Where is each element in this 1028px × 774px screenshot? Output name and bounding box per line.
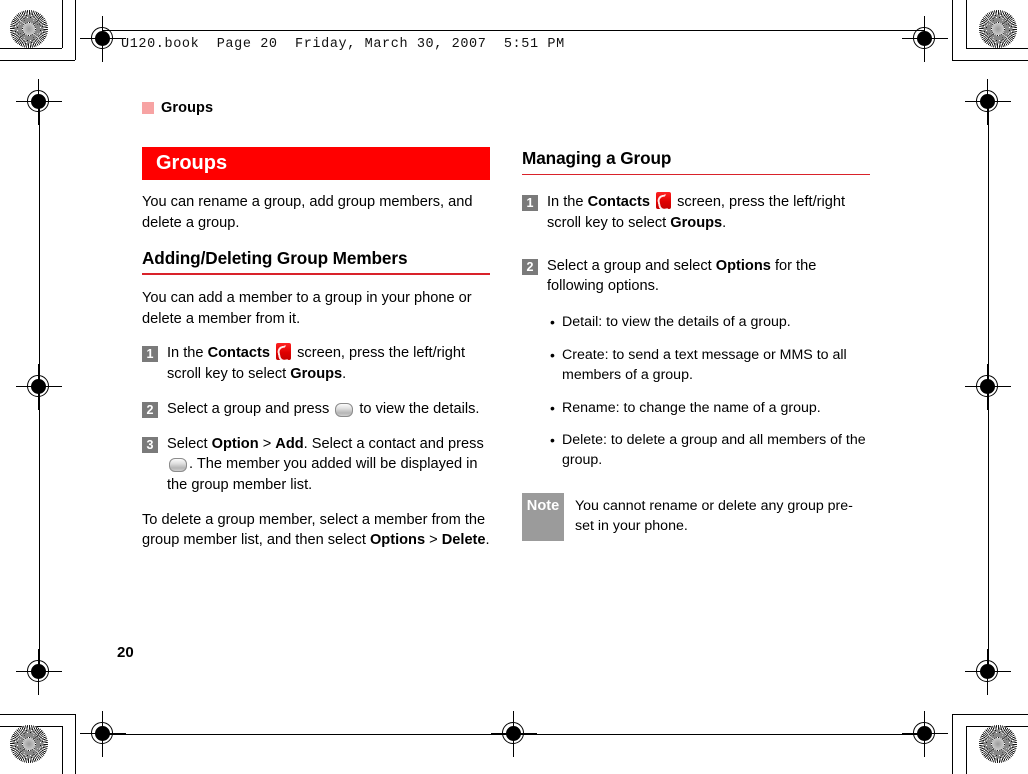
paragraph-segment: > xyxy=(425,532,442,549)
trim-rule xyxy=(0,714,75,715)
contacts-icon xyxy=(276,343,292,361)
intro-paragraph: You can rename a group, add group member… xyxy=(142,194,473,232)
step-text: In the Contacts screen, press the left/r… xyxy=(547,192,870,233)
note-text: You cannot rename or delete any group pr… xyxy=(575,498,853,535)
running-head: Groups xyxy=(142,100,882,116)
document-page: U120.book Page 20 Friday, March 30, 2007… xyxy=(0,0,1028,774)
step-text-bold: Contacts xyxy=(207,345,271,362)
paragraph-segment: . xyxy=(485,532,490,549)
step-item: 1 In the Contacts screen, press the left… xyxy=(142,343,490,384)
step-text: Select a group and select Options for th… xyxy=(547,256,870,297)
header-rule xyxy=(103,30,925,31)
registration-mark-icon xyxy=(16,649,62,695)
options-bullet-list: Detail: to view the details of a group. … xyxy=(522,313,870,471)
step-text-segment: . The member you added will be displayed… xyxy=(167,456,478,493)
left-column: Groups You can rename a group, add group… xyxy=(142,147,490,565)
density-target-icon xyxy=(10,10,48,48)
step-text-segment: to view the details. xyxy=(355,400,480,417)
step-text-segment xyxy=(270,345,274,361)
density-target-icon xyxy=(10,725,48,763)
closing-paragraph: To delete a group member, select a membe… xyxy=(142,510,490,551)
step-text-bold: Groups xyxy=(290,366,343,383)
step-number-badge: 2 xyxy=(142,401,158,418)
section-title-adding-deleting: Adding/Deleting Group Members xyxy=(142,247,408,268)
registration-mark-icon xyxy=(80,16,126,62)
density-target-icon xyxy=(979,10,1017,48)
step-text: Select a group and press to view the det… xyxy=(167,399,479,420)
trim-rule xyxy=(952,0,953,60)
registration-mark-icon xyxy=(16,364,62,410)
step-text-segment: In the xyxy=(547,194,588,211)
step-text-bold: Option xyxy=(211,435,259,452)
section-title-managing-group: Managing a Group xyxy=(522,148,672,168)
trim-rule xyxy=(952,714,1028,715)
page-number: 20 xyxy=(117,644,134,661)
step-text-segment: . xyxy=(722,214,727,231)
registration-mark-icon xyxy=(965,364,1011,410)
step-text-bold: Contacts xyxy=(587,194,651,211)
registration-mark-icon xyxy=(491,711,537,757)
contacts-icon xyxy=(656,192,672,210)
step-text-bold: Options xyxy=(715,257,771,274)
list-item: Detail: to view the details of a group. xyxy=(550,313,870,333)
ok-key-icon xyxy=(169,458,187,473)
note-box: Note You cannot rename or delete any gro… xyxy=(522,493,870,542)
registration-mark-icon xyxy=(965,649,1011,695)
step-number-badge: 3 xyxy=(142,436,158,453)
trim-rule xyxy=(0,48,62,49)
ok-key-icon xyxy=(335,402,354,417)
registration-mark-icon xyxy=(80,711,126,757)
step-text-segment: > xyxy=(258,435,276,452)
two-column-body: Groups You can rename a group, add group… xyxy=(142,147,882,565)
trim-rule xyxy=(952,60,1028,61)
trim-rule xyxy=(952,714,953,774)
step-item: 3 Select Option > Add. Select a contact … xyxy=(142,434,490,496)
section-intro-paragraph: You can add a member to a group in your … xyxy=(142,289,472,327)
running-head-marker-icon xyxy=(142,102,154,114)
print-job-line: U120.book Page 20 Friday, March 30, 2007… xyxy=(121,37,565,52)
list-item: Delete: to delete a group and all member… xyxy=(550,431,870,471)
step-text-segment: In the xyxy=(167,345,208,362)
density-target-icon xyxy=(979,725,1017,763)
trim-rule xyxy=(62,0,63,48)
chapter-banner: Groups xyxy=(142,147,490,181)
step-number-badge: 1 xyxy=(142,346,158,363)
trim-rule xyxy=(966,0,967,48)
right-column: Managing a Group 1 In the Contacts scree… xyxy=(522,147,870,565)
step-item: 2 Select a group and select Options for … xyxy=(522,256,870,297)
step-text-segment: Select a group and press xyxy=(167,400,334,417)
step-item: 2 Select a group and press to view the d… xyxy=(142,399,490,420)
step-number-badge: 2 xyxy=(522,258,538,275)
step-text-segment: . xyxy=(342,366,347,383)
trim-rule xyxy=(62,726,63,774)
step-text-segment: Select a group and select xyxy=(547,257,716,274)
registration-mark-icon xyxy=(902,711,948,757)
step-number-badge: 1 xyxy=(522,195,538,212)
registration-mark-icon xyxy=(965,79,1011,125)
trim-rule xyxy=(966,726,967,774)
note-tag: Note xyxy=(522,493,564,542)
list-item: Rename: to change the name of a group. xyxy=(550,399,870,419)
step-text-segment xyxy=(650,194,654,210)
trim-rule xyxy=(966,48,1028,49)
registration-mark-icon xyxy=(902,16,948,62)
step-text-bold: Add xyxy=(275,435,304,452)
step-text: Select Option > Add. Select a contact an… xyxy=(167,434,490,496)
paragraph-bold: Options xyxy=(369,532,426,549)
paragraph-bold: Delete xyxy=(441,532,486,549)
step-text-bold: Groups xyxy=(670,214,723,231)
section-rule xyxy=(522,173,870,176)
step-text: In the Contacts screen, press the left/r… xyxy=(167,343,490,384)
list-item: Create: to send a text message or MMS to… xyxy=(550,346,870,386)
trim-rule xyxy=(75,714,76,774)
step-text-segment: . Select a contact and press xyxy=(303,435,484,452)
section-rule xyxy=(142,273,490,275)
page-content: Groups Groups You can rename a group, ad… xyxy=(142,100,882,565)
step-text-segment: Select xyxy=(167,435,212,452)
trim-rule xyxy=(0,60,75,61)
running-head-label: Groups xyxy=(161,100,214,116)
registration-mark-icon xyxy=(16,79,62,125)
step-item: 1 In the Contacts screen, press the left… xyxy=(522,192,870,233)
trim-rule xyxy=(75,0,76,60)
